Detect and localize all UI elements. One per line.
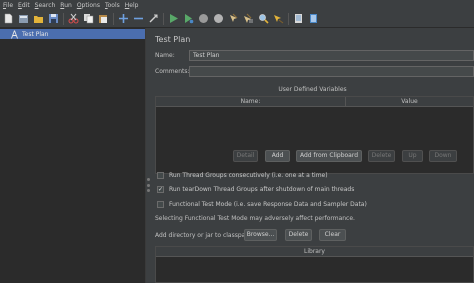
page-title: Test Plan bbox=[155, 35, 191, 44]
toolbar-separator bbox=[163, 12, 164, 25]
detail-button[interactable]: Detail bbox=[233, 150, 258, 162]
delete-classpath-button[interactable]: Delete bbox=[285, 229, 312, 241]
toggle-icon[interactable] bbox=[148, 13, 159, 24]
toolbar-separator bbox=[113, 12, 114, 25]
add-from-clipboard-button[interactable]: Add from Clipboard bbox=[296, 150, 362, 162]
functional-test-mode-label: Functional Test Mode (i.e. save Response… bbox=[169, 201, 367, 208]
user-defined-variables-table[interactable]: Name: Value bbox=[155, 96, 474, 174]
clear-button[interactable]: Clear bbox=[319, 229, 346, 241]
user-defined-variables-title: User Defined Variables bbox=[278, 86, 347, 93]
collapse-icon[interactable] bbox=[133, 13, 144, 24]
tree-item-label: Test Plan bbox=[22, 30, 49, 38]
open-icon[interactable] bbox=[33, 13, 44, 24]
library-table[interactable]: Library bbox=[155, 246, 474, 283]
column-header-name[interactable]: Name: bbox=[156, 97, 346, 107]
table-header: Name: Value bbox=[156, 97, 473, 107]
expand-icon[interactable] bbox=[118, 13, 129, 24]
stop-icon[interactable] bbox=[198, 13, 209, 24]
help-icon[interactable] bbox=[308, 13, 319, 24]
run-consecutively-option[interactable]: Run Thread Groups consecutively (i.e. on… bbox=[157, 172, 328, 179]
up-button[interactable]: Up bbox=[402, 150, 423, 162]
name-field[interactable] bbox=[189, 50, 474, 61]
classpath-label: Add directory or jar to classpath bbox=[155, 232, 252, 239]
reset-search-icon[interactable] bbox=[273, 13, 284, 24]
menu-search[interactable]: Search bbox=[35, 2, 56, 9]
menu-file[interactable]: File bbox=[3, 2, 13, 9]
teardown-after-shutdown-label: Run tearDown Thread Groups after shutdow… bbox=[169, 186, 355, 193]
menu-options[interactable]: Options bbox=[77, 2, 100, 9]
delete-variable-button[interactable]: Delete bbox=[368, 150, 395, 162]
menubar: File Edit Search Run Options Tools Help bbox=[0, 0, 474, 10]
menu-run[interactable]: Run bbox=[60, 2, 72, 9]
functional-mode-warning: Selecting Functional Test Mode may adver… bbox=[155, 215, 355, 222]
start-no-pauses-icon[interactable] bbox=[183, 13, 194, 24]
comments-label: Comments: bbox=[155, 68, 190, 75]
functional-test-mode-option[interactable]: Functional Test Mode (i.e. save Response… bbox=[157, 201, 367, 208]
column-header-library[interactable]: Library bbox=[156, 247, 473, 257]
run-consecutively-label: Run Thread Groups consecutively (i.e. on… bbox=[169, 172, 328, 179]
test-plan-icon bbox=[10, 29, 18, 39]
teardown-after-shutdown-checkbox[interactable]: ✓ bbox=[157, 186, 164, 193]
search-icon[interactable] bbox=[258, 13, 269, 24]
column-header-value[interactable]: Value bbox=[346, 97, 473, 107]
menu-edit[interactable]: Edit bbox=[18, 2, 30, 9]
test-plan-tree: Test Plan bbox=[0, 28, 146, 283]
paste-icon[interactable] bbox=[98, 13, 109, 24]
test-plan-panel: Test Plan Name: Comments: User Defined V… bbox=[151, 28, 474, 283]
browse-button[interactable]: Browse... bbox=[244, 229, 277, 241]
name-label: Name: bbox=[155, 52, 175, 59]
teardown-after-shutdown-option[interactable]: ✓ Run tearDown Thread Groups after shutd… bbox=[157, 186, 354, 193]
new-icon[interactable] bbox=[3, 13, 14, 24]
menu-help[interactable]: Help bbox=[125, 2, 139, 9]
tree-item-test-plan[interactable]: Test Plan bbox=[0, 29, 145, 39]
templates-icon[interactable] bbox=[18, 13, 29, 24]
copy-icon[interactable] bbox=[83, 13, 94, 24]
cut-icon[interactable] bbox=[68, 13, 79, 24]
toolbar-separator bbox=[63, 12, 64, 25]
clear-all-icon[interactable] bbox=[243, 13, 254, 24]
run-consecutively-checkbox[interactable] bbox=[157, 172, 164, 179]
save-icon[interactable] bbox=[48, 13, 59, 24]
start-icon[interactable] bbox=[168, 13, 179, 24]
add-button[interactable]: Add bbox=[265, 150, 290, 162]
down-button[interactable]: Down bbox=[429, 150, 457, 162]
function-helper-icon[interactable] bbox=[293, 13, 304, 24]
library-table-header: Library bbox=[156, 247, 473, 257]
shutdown-icon[interactable] bbox=[213, 13, 224, 24]
toolbar bbox=[0, 10, 474, 28]
comments-field[interactable] bbox=[189, 66, 474, 77]
toolbar-separator bbox=[288, 12, 289, 25]
functional-test-mode-checkbox[interactable] bbox=[157, 201, 164, 208]
menu-tools[interactable]: Tools bbox=[105, 2, 120, 9]
divider-grip[interactable] bbox=[147, 178, 150, 192]
clear-icon[interactable] bbox=[228, 13, 239, 24]
